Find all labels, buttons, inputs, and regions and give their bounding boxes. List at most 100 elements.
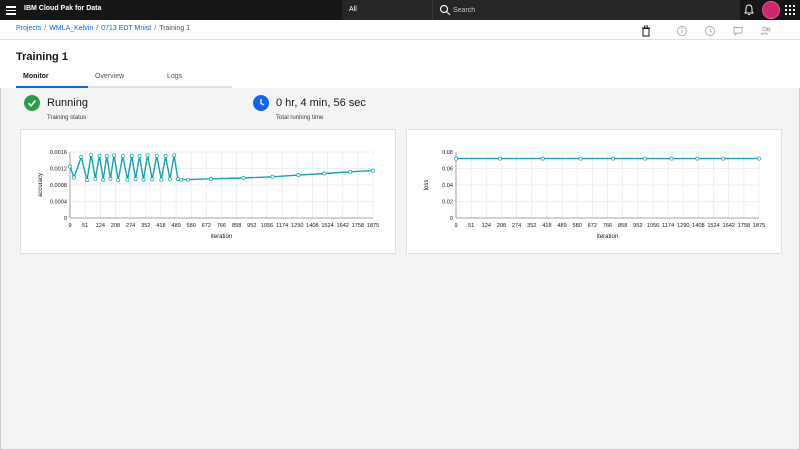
loss-y-tick-label: 0.02 bbox=[442, 200, 453, 206]
loss-y-tick-label: 0.04 bbox=[442, 183, 453, 189]
accuracy-y-tick-label: 0 bbox=[64, 216, 67, 222]
breadcrumb-separator: / bbox=[96, 25, 99, 32]
accuracy-x-tick-label: 208 bbox=[111, 223, 120, 229]
accuracy-x-tick-label: 1642 bbox=[336, 223, 348, 229]
loss-x-tick-label: 9 bbox=[454, 223, 457, 229]
loss-data-point bbox=[578, 156, 583, 161]
loss-chart-card: 0 0.02 0.04 0.06 0.08 9 51 124 208 274 352 418 489 58… bbox=[406, 129, 782, 254]
accuracy-x-tick-label: 51 bbox=[82, 223, 88, 229]
accuracy-y-tick-label: 0.0016 bbox=[50, 150, 67, 156]
search-input[interactable] bbox=[453, 3, 723, 17]
tab-overview[interactable]: Overview bbox=[88, 71, 160, 88]
loss-x-tick-label: 580 bbox=[573, 223, 582, 229]
loss-x-tick-label: 124 bbox=[482, 223, 491, 229]
accuracy-data-point bbox=[137, 154, 142, 159]
avatar[interactable] bbox=[762, 1, 780, 19]
loss-x-tick-label: 1758 bbox=[738, 223, 750, 229]
accuracy-data-point bbox=[89, 152, 94, 157]
header-divider bbox=[0, 39, 800, 40]
loss-x-axis-title: iteration bbox=[597, 234, 618, 240]
loss-x-tick-label: 766 bbox=[603, 223, 612, 229]
loss-x-tick-label: 489 bbox=[557, 223, 566, 229]
accuracy-x-tick-label: 858 bbox=[232, 223, 241, 229]
accuracy-x-tick-label: 1290 bbox=[291, 223, 303, 229]
notification-icon[interactable] bbox=[742, 3, 756, 17]
checkmark-icon bbox=[24, 95, 40, 111]
breadcrumb-project[interactable]: WMLA_Kelvin bbox=[49, 25, 93, 32]
loss-x-tick-label: 274 bbox=[512, 223, 521, 229]
loss-x-tick-label: 51 bbox=[468, 223, 474, 229]
accuracy-data-point bbox=[159, 177, 164, 182]
status-label: Training status bbox=[47, 115, 87, 121]
history-icon[interactable] bbox=[704, 25, 716, 37]
accuracy-y-axis-title: accuracy bbox=[38, 173, 44, 197]
loss-x-tick-label: 672 bbox=[588, 223, 597, 229]
breadcrumb: Projects / WMLA_Kelvin/0713 EDT Mnist / Trai… bbox=[16, 25, 190, 32]
accuracy-x-tick-label: 1875 bbox=[367, 223, 379, 229]
accuracy-data-point bbox=[145, 153, 150, 158]
search-scope-dropdown[interactable]: All bbox=[342, 0, 432, 20]
page-header: Projects / WMLA_Kelvin/0713 EDT Mnist / Trai… bbox=[0, 20, 800, 88]
accuracy-x-tick-label: 9 bbox=[68, 223, 71, 229]
search-box[interactable] bbox=[432, 0, 740, 20]
accuracy-data-point bbox=[97, 153, 102, 158]
loss-data-point bbox=[498, 156, 502, 161]
loss-x-tick-label: 858 bbox=[618, 223, 627, 229]
breadcrumb-projects[interactable]: Projects bbox=[16, 25, 41, 32]
accuracy-data-point bbox=[172, 153, 177, 158]
loss-x-tick-label: 208 bbox=[497, 223, 506, 229]
loss-x-tick-label: 418 bbox=[542, 223, 551, 229]
info-icon[interactable] bbox=[676, 25, 688, 37]
tab-monitor[interactable]: Monitor bbox=[16, 71, 88, 88]
accuracy-y-tick-label: 0.0004 bbox=[50, 200, 67, 206]
accuracy-data-point bbox=[108, 176, 113, 181]
loss-data-point bbox=[721, 156, 726, 161]
training-status: Running Training status bbox=[24, 95, 224, 127]
search-icon[interactable] bbox=[439, 4, 451, 16]
accuracy-data-point bbox=[79, 155, 84, 159]
elapsed-label: Total running time bbox=[276, 115, 324, 121]
accuracy-data-point bbox=[104, 154, 109, 159]
accuracy-data-point bbox=[296, 173, 301, 178]
app-switcher-icon[interactable] bbox=[785, 5, 795, 15]
breadcrumb-separator: / bbox=[154, 25, 157, 32]
menu-icon[interactable] bbox=[4, 3, 18, 17]
loss-x-tick-label: 1174 bbox=[662, 223, 674, 229]
comment-icon[interactable] bbox=[732, 25, 744, 37]
loss-y-axis-title: loss bbox=[424, 180, 430, 191]
accuracy-data-point bbox=[93, 176, 98, 181]
accuracy-data-point bbox=[154, 153, 159, 158]
accuracy-x-tick-label: 124 bbox=[96, 223, 105, 229]
loss-x-tick-label: 1642 bbox=[722, 223, 734, 229]
app-brand[interactable]: IBM Cloud Pak for Data bbox=[24, 5, 101, 12]
elapsed-value: 0 hr, 4 min, 56 sec bbox=[276, 97, 366, 109]
top-bar: IBM Cloud Pak for Data All bbox=[0, 0, 800, 20]
loss-x-tick-label: 1056 bbox=[647, 223, 659, 229]
accuracy-data-point bbox=[125, 177, 130, 182]
collaborators-icon[interactable] bbox=[760, 25, 772, 37]
loss-x-tick-label: 952 bbox=[633, 223, 642, 229]
tab-logs[interactable]: Logs bbox=[160, 71, 232, 88]
accuracy-x-tick-label: 352 bbox=[141, 223, 150, 229]
loss-chart[interactable]: 0 0.02 0.04 0.06 0.08 9 51 124 208 274 352 418 489 58… bbox=[407, 130, 783, 255]
loss-x-tick-label: 1524 bbox=[707, 223, 719, 229]
page-title: Training 1 bbox=[16, 51, 68, 63]
delete-icon[interactable] bbox=[640, 25, 652, 37]
clock-icon bbox=[253, 95, 269, 111]
accuracy-data-point bbox=[120, 154, 125, 159]
loss-y-tick-label: 0.06 bbox=[442, 167, 453, 173]
loss-data-point bbox=[757, 156, 761, 161]
accuracy-chart[interactable]: 0 0.0004 0.0008 0.0012 0.0016 9 51 124 208 274 352… bbox=[21, 130, 397, 255]
accuracy-x-tick-label: 1056 bbox=[261, 223, 273, 229]
accuracy-data-point bbox=[101, 177, 106, 182]
accuracy-data-point bbox=[112, 153, 116, 158]
loss-data-point bbox=[695, 156, 700, 161]
accuracy-x-axis-title: iteration bbox=[211, 234, 232, 240]
accuracy-x-tick-label: 1408 bbox=[306, 223, 318, 229]
breadcrumb-experiment[interactable]: 0713 EDT Mnist bbox=[101, 25, 151, 32]
accuracy-data-point bbox=[141, 177, 146, 182]
accuracy-data-point bbox=[241, 176, 246, 180]
running-time: 0 hr, 4 min, 56 sec Total running time bbox=[253, 95, 453, 127]
accuracy-data-point bbox=[129, 153, 134, 158]
accuracy-x-tick-label: 1174 bbox=[276, 223, 288, 229]
